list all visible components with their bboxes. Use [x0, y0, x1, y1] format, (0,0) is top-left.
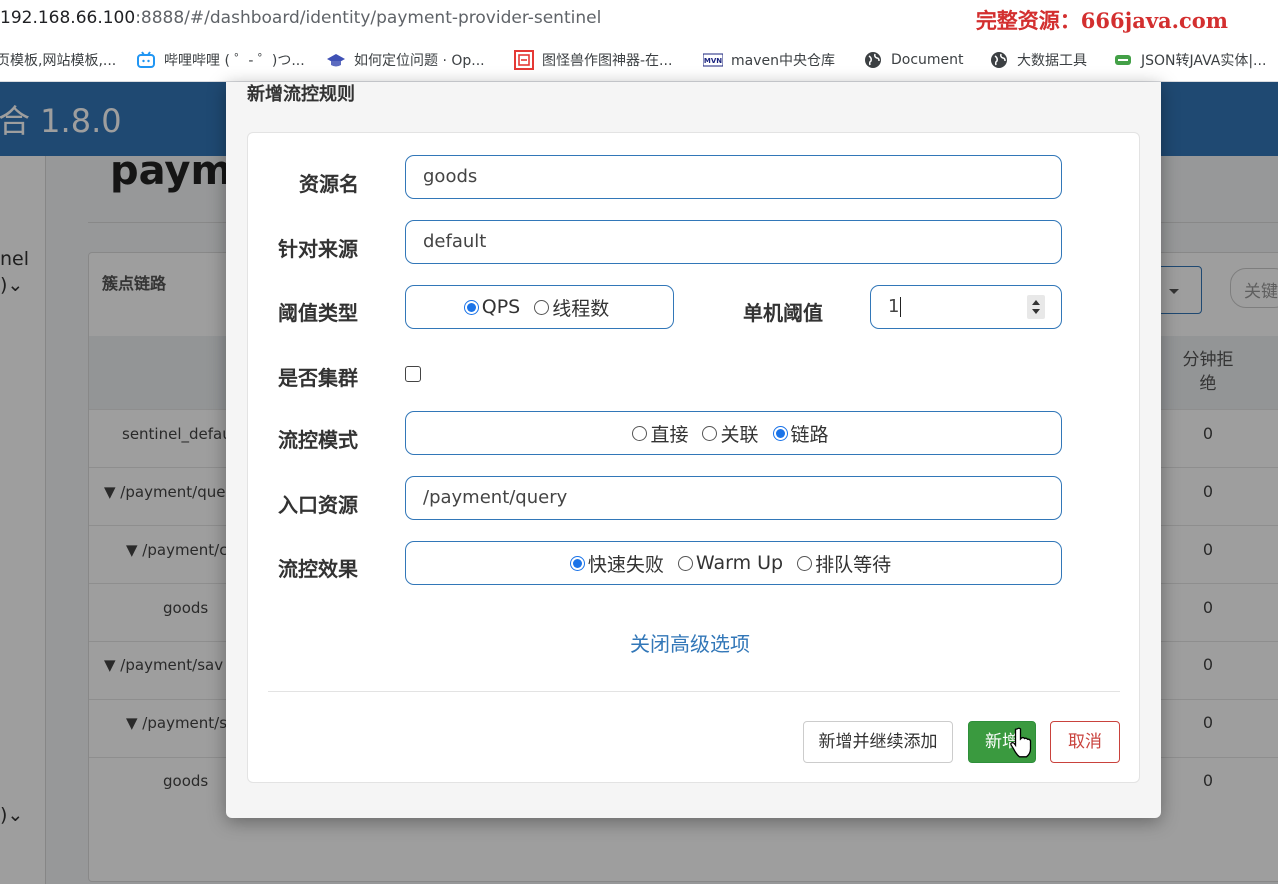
- json-logo-icon: [1113, 50, 1133, 70]
- url-text[interactable]: 192.168.66.100:8888/#/dashboard/identity…: [0, 8, 601, 28]
- effect-warm-up-option[interactable]: Warm Up: [677, 552, 784, 574]
- control-effect-label: 流控效果: [278, 557, 358, 581]
- entry-resource-label: 入口资源: [278, 493, 358, 517]
- threshold-type-thread-option[interactable]: 线程数: [534, 294, 609, 321]
- dialog-title: 新增流控规则: [247, 84, 355, 105]
- graduation-cap-icon: [326, 50, 346, 70]
- entry-resource-input[interactable]: /payment/query: [405, 476, 1062, 520]
- threshold-type-radio-group: QPS 线程数: [405, 285, 674, 329]
- bookmark-item-op[interactable]: 如何定位问题 · Op...: [326, 50, 485, 70]
- threshold-type-qps-option[interactable]: QPS: [463, 296, 521, 318]
- flow-strategy-radio-group: 直接 关联 链路: [405, 411, 1062, 455]
- flow-strategy-label: 流控模式: [278, 428, 358, 452]
- radio-unchecked-icon[interactable]: [632, 425, 648, 441]
- bookmark-item-tuguaishou[interactable]: 图怪兽作图神器-在...: [514, 50, 672, 70]
- bookmark-label: JSON转JAVA实体|...: [1141, 53, 1267, 69]
- option-label: Warm Up: [695, 552, 784, 574]
- bookmarks-bar: 页模板,网站模板,... 哔哩哔哩 ( ゜- ゜)つ... 如何定位问题 · O…: [0, 38, 1278, 82]
- option-label: 线程数: [552, 297, 610, 320]
- globe-icon: [863, 50, 883, 70]
- cluster-mode-label: 是否集群: [278, 366, 358, 390]
- origin-value: default: [423, 231, 487, 252]
- threshold-count-input[interactable]: 1: [870, 285, 1062, 329]
- bookmark-item[interactable]: 页模板,网站模板,...: [0, 50, 116, 70]
- origin-label: 针对来源: [278, 237, 358, 261]
- option-label: 直接: [650, 423, 689, 446]
- option-label: 关联: [720, 423, 759, 446]
- threshold-count-text: 1: [888, 296, 900, 317]
- divider: [268, 691, 1120, 692]
- bookmark-label: Document: [891, 52, 964, 68]
- bookmark-label: 如何定位问题 · Op...: [354, 53, 485, 69]
- bookmark-label: maven中央仓库: [731, 53, 835, 69]
- form-card: 资源名 goods 针对来源 default 阈值类型 QPS 线程数 单机阈值…: [247, 132, 1140, 783]
- url-path: :8888/#/dashboard/identity/payment-provi…: [135, 8, 602, 28]
- threshold-type-label: 阈值类型: [278, 301, 358, 325]
- spinner-up-icon[interactable]: [1032, 300, 1040, 305]
- radio-unchecked-icon[interactable]: [702, 425, 718, 441]
- entry-resource-value: /payment/query: [423, 487, 568, 508]
- resource-name-value: goods: [423, 166, 478, 187]
- bookmark-item-json[interactable]: JSON转JAVA实体|...: [1113, 50, 1266, 70]
- watermark-text: 完整资源：666java.com: [975, 8, 1228, 33]
- radio-unchecked-icon[interactable]: [797, 555, 813, 571]
- strategy-direct-option[interactable]: 直接: [632, 420, 688, 447]
- option-label: 排队等待: [815, 553, 892, 576]
- option-label: QPS: [481, 296, 521, 318]
- control-effect-radio-group: 快速失败 Warm Up 排队等待: [405, 541, 1062, 585]
- resource-name-input[interactable]: goods: [405, 155, 1062, 199]
- bookmark-item-document[interactable]: Document: [863, 50, 964, 70]
- close-advanced-options-link[interactable]: 关闭高级选项: [630, 628, 750, 657]
- option-label: 快速失败: [587, 553, 664, 576]
- origin-input[interactable]: default: [405, 220, 1062, 264]
- add-and-continue-button[interactable]: 新增并继续添加: [803, 721, 953, 763]
- option-label: 链路: [790, 423, 829, 446]
- hand-pointer-icon: [1010, 727, 1034, 759]
- radio-checked-icon[interactable]: [772, 425, 788, 441]
- bookmark-label: 大数据工具: [1017, 53, 1087, 69]
- radio-unchecked-icon[interactable]: [534, 299, 550, 315]
- threshold-count-value: 1: [888, 296, 902, 317]
- cluster-mode-checkbox[interactable]: [405, 366, 421, 382]
- text-cursor: [900, 297, 902, 317]
- bookmark-label: 哔哩哔哩 ( ゜- ゜)つ...: [164, 53, 305, 69]
- resource-name-label: 资源名: [299, 172, 359, 196]
- strategy-relate-option[interactable]: 关联: [702, 420, 759, 447]
- cancel-button[interactable]: 取消: [1050, 721, 1120, 763]
- radio-checked-icon[interactable]: [463, 299, 479, 315]
- bookmark-label: 图怪兽作图神器-在...: [542, 53, 673, 69]
- bilibili-tv-icon: [136, 50, 156, 70]
- flow-rule-dialog: 新增流控规则 资源名 goods 针对来源 default 阈值类型 QPS 线…: [226, 82, 1161, 818]
- browser-address-bar[interactable]: 192.168.66.100:8888/#/dashboard/identity…: [0, 0, 1278, 38]
- bookmark-item-maven[interactable]: MVN maven中央仓库: [702, 50, 835, 70]
- bookmark-item-bigdata[interactable]: 大数据工具: [989, 50, 1087, 70]
- number-spinner[interactable]: [1027, 295, 1045, 319]
- url-host: 192.168.66.100: [0, 8, 136, 28]
- spinner-down-icon[interactable]: [1032, 309, 1040, 314]
- effect-fast-fail-option[interactable]: 快速失败: [569, 550, 664, 577]
- bookmark-label: 页模板,网站模板,...: [0, 53, 117, 69]
- radio-unchecked-icon[interactable]: [677, 555, 693, 571]
- strategy-chain-option[interactable]: 链路: [772, 420, 829, 447]
- mvn-logo-icon: MVN: [702, 50, 724, 70]
- bookmark-item-bilibili[interactable]: 哔哩哔哩 ( ゜- ゜)つ...: [136, 50, 305, 70]
- effect-queue-option[interactable]: 排队等待: [797, 550, 891, 577]
- threshold-count-label: 单机阈值: [743, 301, 823, 325]
- globe-icon: [989, 50, 1009, 70]
- radio-checked-icon[interactable]: [569, 555, 585, 571]
- svg-text:MVN: MVN: [704, 57, 722, 65]
- tuguaishou-logo-icon: [514, 50, 534, 70]
